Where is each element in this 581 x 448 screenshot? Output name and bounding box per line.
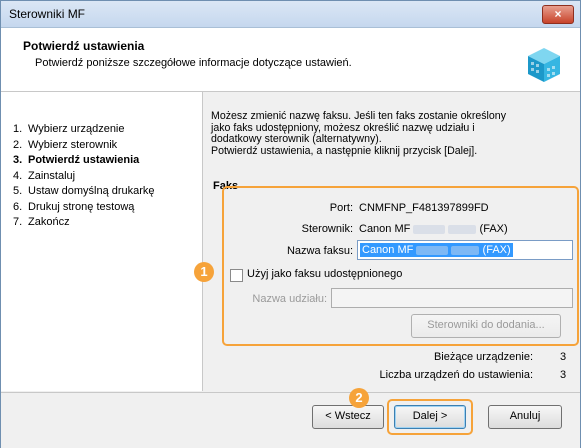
step-item: 4. Zainstaluj bbox=[13, 169, 76, 182]
window-title: Sterowniki MF bbox=[9, 7, 86, 21]
printer-logo-icon bbox=[528, 48, 560, 82]
description: Możesz zmienić nazwę faksu. Jeśli ten fa… bbox=[211, 110, 506, 157]
back-button[interactable]: < Wstecz bbox=[312, 405, 384, 429]
page-subtitle: Potwierdź poniższe szczegółowe informacj… bbox=[35, 57, 352, 69]
wizard-header: Potwierdź ustawienia Potwierdź poniższe … bbox=[1, 28, 580, 92]
highlight-box-1 bbox=[222, 186, 579, 346]
close-button[interactable]: × bbox=[542, 5, 574, 24]
step-item: 6. Drukuj stronę testową bbox=[13, 200, 135, 213]
settings-pane: Możesz zmienić nazwę faksu. Jeśli ten fa… bbox=[194, 92, 580, 391]
steps-list: 1. Wybierz urządzenie 2. Wybierz sterownik… bbox=[13, 122, 155, 231]
installer-window: Sterowniki MF × Potwierdź ustawienia Pot… bbox=[0, 0, 581, 448]
title-bar[interactable]: Sterowniki MF × bbox=[1, 1, 580, 28]
step-item: 2. Wybierz sterownik bbox=[13, 138, 118, 151]
step-item-active: 3. Potwierdź ustawienia bbox=[13, 154, 140, 166]
annotation-badge-1: 1 bbox=[194, 262, 214, 282]
cancel-button[interactable]: Anuluj bbox=[488, 405, 562, 429]
step-item: 7. Zakończ bbox=[13, 216, 70, 228]
page-title: Potwierdź ustawienia bbox=[23, 39, 145, 53]
annotation-badge-2: 2 bbox=[349, 388, 369, 408]
highlight-box-2 bbox=[387, 399, 473, 435]
devices-to-setup-value: 3 bbox=[560, 369, 567, 381]
devices-to-setup-label: Liczba urządzeń do ustawienia: bbox=[379, 369, 533, 381]
step-item: 1. Wybierz urządzenie bbox=[13, 123, 125, 135]
wizard-body: 1. Wybierz urządzenie 2. Wybierz sterownik… bbox=[1, 92, 580, 391]
current-device-value: 3 bbox=[560, 351, 567, 363]
steps-pane: 1. Wybierz urządzenie 2. Wybierz sterownik… bbox=[1, 92, 203, 391]
step-item: 5. Ustaw domyślną drukarkę bbox=[13, 185, 155, 197]
current-device-label: Bieżące urządzenie: bbox=[433, 351, 533, 363]
wizard-footer: < Wstecz Dalej > Anuluj 2 bbox=[1, 388, 580, 448]
